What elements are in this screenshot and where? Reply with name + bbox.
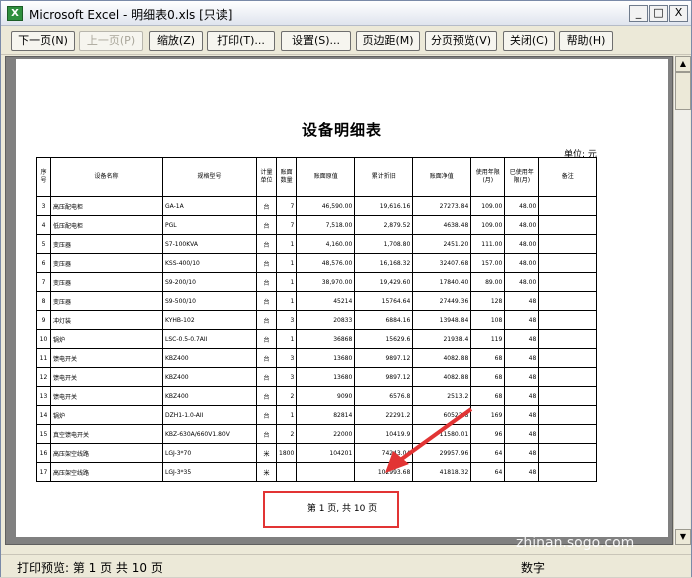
annotation-arrow-icon bbox=[385, 407, 473, 473]
status-bar: 打印预览: 第 1 页 共 10 页 数字 bbox=[1, 554, 691, 577]
excel-window: X Microsoft Excel - 明细表0.xls [只读] _ □ X … bbox=[0, 0, 692, 577]
status-page-info: 打印预览: 第 1 页 共 10 页 bbox=[17, 561, 163, 575]
watermark-brand: 搜狗指南 bbox=[557, 501, 670, 531]
status-mode: 数字 bbox=[521, 561, 546, 575]
watermark-url: zhinan.sogo.com bbox=[516, 535, 635, 551]
watermark-logo-icon bbox=[525, 497, 557, 529]
